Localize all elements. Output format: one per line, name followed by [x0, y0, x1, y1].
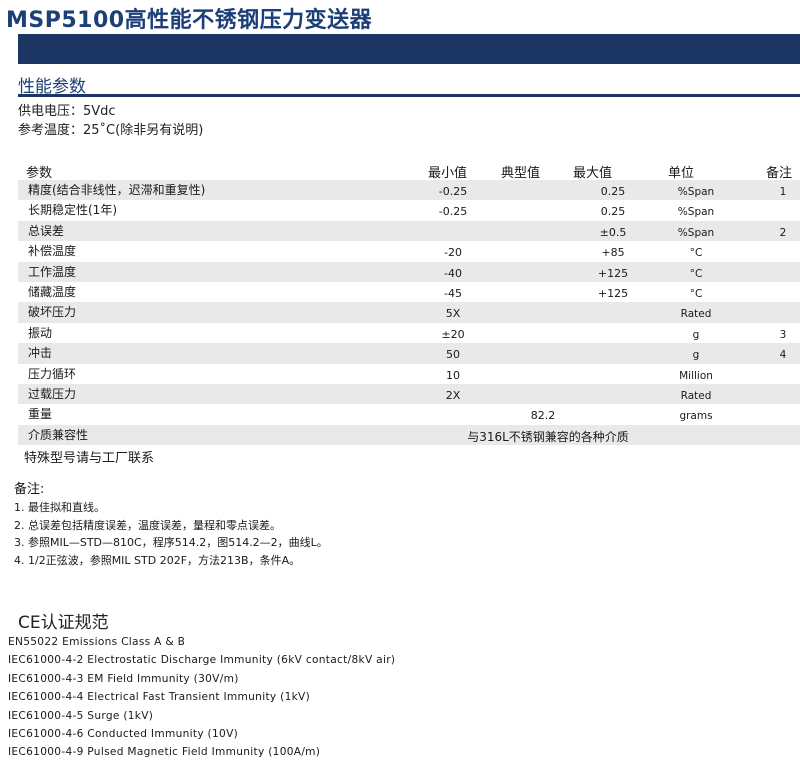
ce-item: EN55022 Emissions Class A & B — [8, 636, 186, 648]
page-title: MSP5100高性能不锈钢压力变送器 — [6, 8, 373, 33]
row-unit: Rated — [680, 308, 712, 321]
row-unit: %Span — [677, 226, 715, 239]
row-label: 破坏压力 — [28, 305, 77, 320]
row-label: 冲击 — [28, 346, 53, 361]
table-body: 精度(结合非线性，迟滞和重复性) -0.25 0.25 %Span 1 长期稳定性(1年)… — [18, 180, 800, 425]
row-unit: Rated — [680, 389, 712, 402]
row-typ: 82.2 — [530, 409, 556, 423]
table-row: 振动 ±20 g 3 — [18, 323, 800, 343]
row-note: 1 — [779, 186, 787, 198]
table-row: 储藏温度 -45 +125 °C — [18, 282, 800, 302]
ce-item: IEC61000-4-6 Conducted Immunity (10V) — [8, 727, 239, 740]
row-unit: °C — [689, 287, 703, 300]
table-row: 冲击 50 g 4 — [18, 343, 800, 364]
table-row: 破坏压力 5X Rated — [18, 302, 800, 323]
table-row: 长期稳定性(1年) -0.25 0.25 %Span — [18, 200, 800, 220]
note-item: 2. 总误差包括精度误差，温度误差，量程和零点误差。 — [14, 518, 281, 532]
row-min: 2X — [445, 388, 461, 402]
row-unit: %Span — [677, 186, 715, 198]
media-label: 介质兼容性 — [28, 427, 89, 442]
row-unit: °C — [689, 247, 703, 260]
table-row: 重量 82.2 grams — [18, 404, 800, 424]
row-min: -0.25 — [438, 205, 468, 219]
ce-item: IEC61000-4-5 Surge (1kV) — [8, 709, 154, 722]
ce-item: IEC61000-4-4 Electrical Fast Transient I… — [8, 691, 311, 704]
row-label: 振动 — [28, 325, 53, 340]
header-param: 参数 — [26, 166, 53, 181]
table-row: 总误差 ±0.5 %Span 2 — [18, 220, 800, 242]
row-label: 过载压力 — [28, 386, 77, 401]
row-note: 3 — [779, 328, 787, 341]
row-min: 5X — [445, 307, 461, 321]
row-label: 长期稳定性(1年) — [28, 203, 117, 218]
ce-item: IEC61000-4-3 EM Field Immunity (30V/m) — [8, 672, 239, 685]
row-min: -40 — [444, 266, 462, 280]
row-label: 重量 — [28, 407, 53, 422]
row-unit: g — [692, 349, 700, 362]
table-row: 工作温度 -40 +125 °C — [18, 261, 800, 282]
row-min: 50 — [446, 348, 460, 362]
row-min: -20 — [444, 246, 462, 260]
special-note: 特殊型号请与工厂联系 — [24, 451, 155, 466]
table-row: 补偿温度 -20 +85 °C — [18, 241, 800, 261]
row-label: 储藏温度 — [28, 284, 77, 299]
media-value: 与316L不锈钢兼容的各种介质 — [467, 429, 629, 444]
spec-table: 参数 最小值 典型值 最大值 单位 备注 精度(结合非线性，迟滞和重复性) -0.… — [18, 160, 800, 446]
row-note: 2 — [779, 226, 787, 239]
header-max: 最大值 — [573, 166, 613, 181]
row-unit: grams — [679, 410, 713, 423]
row-min: 10 — [446, 368, 460, 382]
header-banner — [18, 34, 800, 64]
table-row: 压力循环 10 Million — [18, 364, 800, 384]
table-row: 过载压力 2X Rated — [18, 383, 800, 405]
row-unit: %Span — [677, 206, 715, 219]
note-item: 1. 最佳拟和直线。 — [14, 501, 105, 514]
row-label: 总误差 — [28, 223, 65, 238]
table-row: 精度(结合非线性，迟滞和重复性) -0.25 0.25 %Span 1 — [18, 180, 800, 201]
table-row-media: 介质兼容性 与316L不锈钢兼容的各种介质 — [18, 424, 800, 446]
row-label: 压力循环 — [28, 366, 77, 381]
notes-section: 备注: 1. 最佳拟和直线。 2. 总误差包括精度误差，温度误差，量程和零点误差… — [14, 478, 328, 569]
ce-title: CE认证规范 — [18, 613, 109, 633]
reference-temperature: 参考温度：25˚C(除非另有说明) — [18, 123, 204, 138]
row-unit: °C — [689, 267, 703, 280]
header-note: 备注 — [766, 166, 793, 181]
supply-voltage: 供电电压：5Vdc — [18, 104, 116, 119]
row-label: 工作温度 — [28, 264, 77, 279]
row-label: 精度(结合非线性，迟滞和重复性) — [28, 183, 206, 197]
header-unit: 单位 — [668, 166, 695, 181]
note-item: 4. 1/2正弦波，参照MIL STD 202F，方法213B，条件A。 — [14, 553, 301, 567]
section-title: 性能参数 — [18, 72, 800, 97]
notes-title: 备注: — [14, 482, 45, 497]
header-typ: 典型值 — [501, 166, 541, 181]
row-label: 补偿温度 — [28, 244, 77, 259]
row-note: 4 — [779, 349, 787, 362]
table-header: 参数 最小值 典型值 最大值 单位 备注 — [18, 160, 800, 181]
row-min: ±20 — [441, 327, 465, 341]
note-item: 3. 参照MIL—STD—810C，程序514.2，图514.2—2，曲线L。 — [14, 536, 328, 549]
row-unit: g — [692, 328, 700, 341]
row-unit: Million — [679, 369, 713, 382]
row-min: -45 — [444, 286, 462, 300]
row-min: -0.25 — [438, 185, 468, 198]
header-min: 最小值 — [428, 166, 468, 181]
ce-item: IEC61000-4-2 Electrostatic Discharge Imm… — [8, 654, 396, 667]
ce-list: EN55022 Emissions Class A & B IEC61000-4… — [8, 636, 395, 765]
ce-item: IEC61000-4-9 Pulsed Magnetic Field Immun… — [8, 746, 321, 759]
